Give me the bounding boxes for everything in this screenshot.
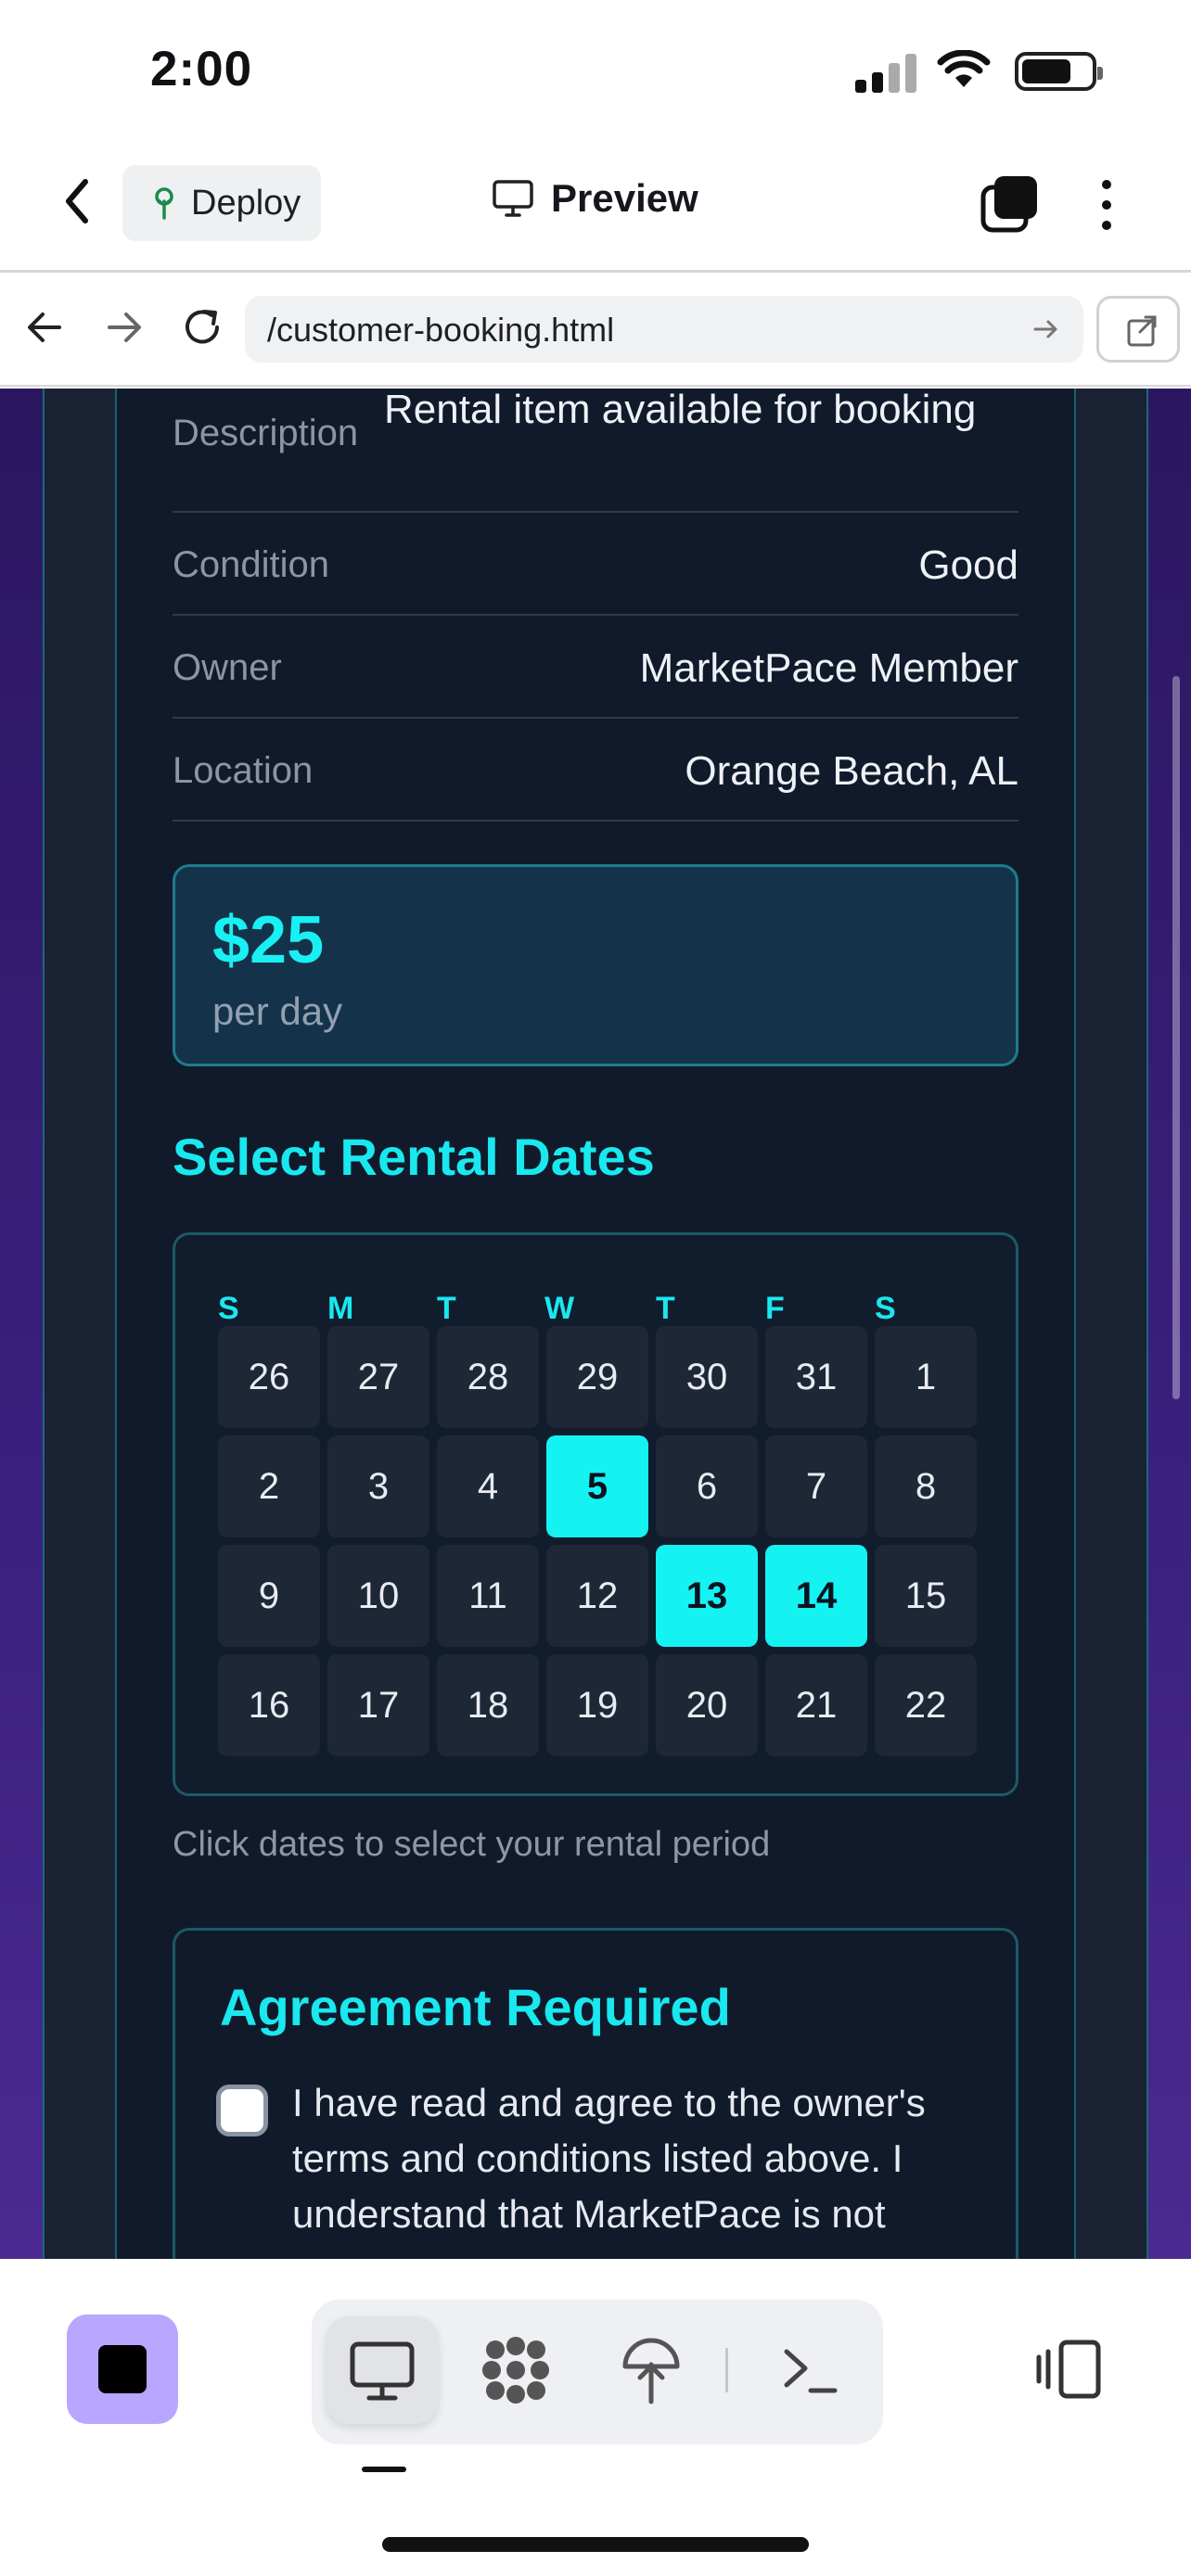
preview-label: Preview bbox=[551, 176, 698, 220]
weekday-header: S bbox=[875, 1291, 896, 1326]
weekday-header: W bbox=[544, 1291, 575, 1326]
weekday-header: T bbox=[437, 1291, 456, 1326]
open-external-button[interactable] bbox=[1096, 296, 1180, 363]
battery-icon bbox=[1015, 52, 1103, 91]
external-link-icon bbox=[1127, 315, 1157, 347]
home-indicator[interactable] bbox=[382, 2537, 809, 2552]
url-text: /customer-booking.html bbox=[267, 311, 615, 349]
detail-value: Rental item available for booking bbox=[384, 389, 977, 432]
calendar-day[interactable]: 13 bbox=[656, 1545, 758, 1647]
preview-title[interactable]: Preview bbox=[492, 176, 698, 221]
deploy-button[interactable]: Deploy bbox=[122, 165, 321, 241]
stop-button[interactable] bbox=[67, 2315, 178, 2424]
calendar-day[interactable]: 10 bbox=[327, 1545, 429, 1647]
agreement-title: Agreement Required bbox=[220, 1978, 731, 2036]
detail-row-location: Location Orange Beach, AL bbox=[173, 719, 1018, 822]
weekday-header: F bbox=[765, 1291, 785, 1326]
status-bar: 2:00 bbox=[0, 0, 1191, 139]
calendar-day[interactable]: 26 bbox=[218, 1326, 320, 1428]
calendar-day[interactable]: 21 bbox=[765, 1654, 867, 1756]
calendar-day[interactable]: 5 bbox=[546, 1435, 648, 1537]
detail-row-condition: Condition Good bbox=[173, 513, 1018, 616]
calendar-day[interactable]: 6 bbox=[656, 1435, 758, 1537]
active-tab-underline bbox=[362, 2467, 406, 2472]
deploy-label: Deploy bbox=[191, 183, 301, 223]
top-nav-bar: Deploy Preview bbox=[0, 139, 1191, 273]
detail-value: Orange Beach, AL bbox=[685, 748, 1018, 794]
scrollbar[interactable] bbox=[1172, 676, 1180, 1399]
calendar-day[interactable]: 20 bbox=[656, 1654, 758, 1756]
calendar-day[interactable]: 30 bbox=[656, 1326, 758, 1428]
status-time: 2:00 bbox=[150, 42, 253, 96]
bottom-toolbar bbox=[0, 2259, 1191, 2576]
calendar-hint: Click dates to select your rental period bbox=[173, 1825, 771, 1864]
calendar-day[interactable]: 28 bbox=[437, 1326, 539, 1428]
browser-url-bar: /customer-booking.html bbox=[0, 275, 1191, 387]
tabs-icon[interactable] bbox=[980, 174, 1039, 234]
arrow-right-icon[interactable] bbox=[98, 303, 147, 351]
detail-row-description: Description Rental item available for bo… bbox=[173, 389, 1018, 513]
wifi-icon bbox=[937, 50, 991, 87]
calendar-day[interactable]: 27 bbox=[327, 1326, 429, 1428]
agreement-box: Agreement Required I have read and agree… bbox=[173, 1928, 1018, 2259]
weekday-header: M bbox=[327, 1291, 354, 1326]
calendar-day[interactable]: 9 bbox=[218, 1545, 320, 1647]
arrow-left-icon[interactable] bbox=[22, 303, 70, 351]
agreement-checkbox[interactable] bbox=[216, 2085, 268, 2136]
select-dates-heading: Select Rental Dates bbox=[173, 1128, 655, 1186]
monitor-icon bbox=[493, 180, 533, 217]
detail-value: MarketPace Member bbox=[639, 645, 1018, 691]
more-options-icon[interactable] bbox=[1093, 174, 1121, 234]
apps-icon[interactable] bbox=[479, 2333, 553, 2407]
calendar-day[interactable]: 19 bbox=[546, 1654, 648, 1756]
price-unit: per day bbox=[212, 989, 343, 1033]
calendar-day[interactable]: 15 bbox=[875, 1545, 977, 1647]
date-calendar: S M T W T F S 26 27 28 29 30 31 1 2 3 4 5 6 7 8 9 10 11 12 13 14 15… bbox=[173, 1232, 1018, 1796]
calendar-day[interactable]: 1 bbox=[875, 1326, 977, 1428]
calendar-day[interactable]: 31 bbox=[765, 1326, 867, 1428]
agreement-text[interactable]: I have read and agree to the owner's ter… bbox=[292, 2075, 997, 2242]
monitor-icon[interactable] bbox=[345, 2333, 419, 2407]
calendar-day[interactable]: 14 bbox=[765, 1545, 867, 1647]
calendar-day[interactable]: 3 bbox=[327, 1435, 429, 1537]
price-amount: $25 bbox=[212, 903, 325, 977]
price-box: $25 per day bbox=[173, 864, 1018, 1066]
detail-row-owner: Owner MarketPace Member bbox=[173, 616, 1018, 719]
calendar-day[interactable]: 17 bbox=[327, 1654, 429, 1756]
url-field[interactable]: /customer-booking.html bbox=[245, 296, 1083, 363]
calendar-day[interactable]: 22 bbox=[875, 1654, 977, 1756]
terminal-icon[interactable] bbox=[774, 2333, 848, 2407]
detail-value: Good bbox=[918, 542, 1018, 588]
calendar-day[interactable]: 12 bbox=[546, 1545, 648, 1647]
calendar-day[interactable]: 7 bbox=[765, 1435, 867, 1537]
calendar-day[interactable]: 8 bbox=[875, 1435, 977, 1537]
calendar-day[interactable]: 4 bbox=[437, 1435, 539, 1537]
view-switcher bbox=[312, 2300, 883, 2444]
calendar-day[interactable]: 16 bbox=[218, 1654, 320, 1756]
reload-icon[interactable] bbox=[178, 303, 226, 351]
detail-label: Description bbox=[173, 413, 359, 453]
go-arrow-icon[interactable] bbox=[1030, 312, 1063, 346]
detail-label: Owner bbox=[173, 647, 282, 688]
sprout-icon bbox=[155, 187, 173, 220]
weekday-header: S bbox=[218, 1291, 239, 1326]
back-chevron-icon[interactable] bbox=[58, 174, 98, 228]
weekday-header: T bbox=[656, 1291, 675, 1326]
calendar-day[interactable]: 18 bbox=[437, 1654, 539, 1756]
calendar-day[interactable]: 2 bbox=[218, 1435, 320, 1537]
web-content: Description Rental item available for bo… bbox=[0, 389, 1191, 2259]
device-toggle-icon[interactable] bbox=[1035, 2339, 1104, 2400]
cellular-signal-icon bbox=[855, 54, 920, 93]
app-root: 2:00 Deploy Preview /customer-booking.ht… bbox=[0, 0, 1191, 2576]
detail-label: Location bbox=[173, 750, 314, 791]
toolbar-divider bbox=[725, 2348, 728, 2392]
calendar-day[interactable]: 29 bbox=[546, 1326, 648, 1428]
calendar-day[interactable]: 11 bbox=[437, 1545, 539, 1647]
detail-label: Condition bbox=[173, 544, 330, 585]
deploy-icon[interactable] bbox=[614, 2333, 688, 2407]
